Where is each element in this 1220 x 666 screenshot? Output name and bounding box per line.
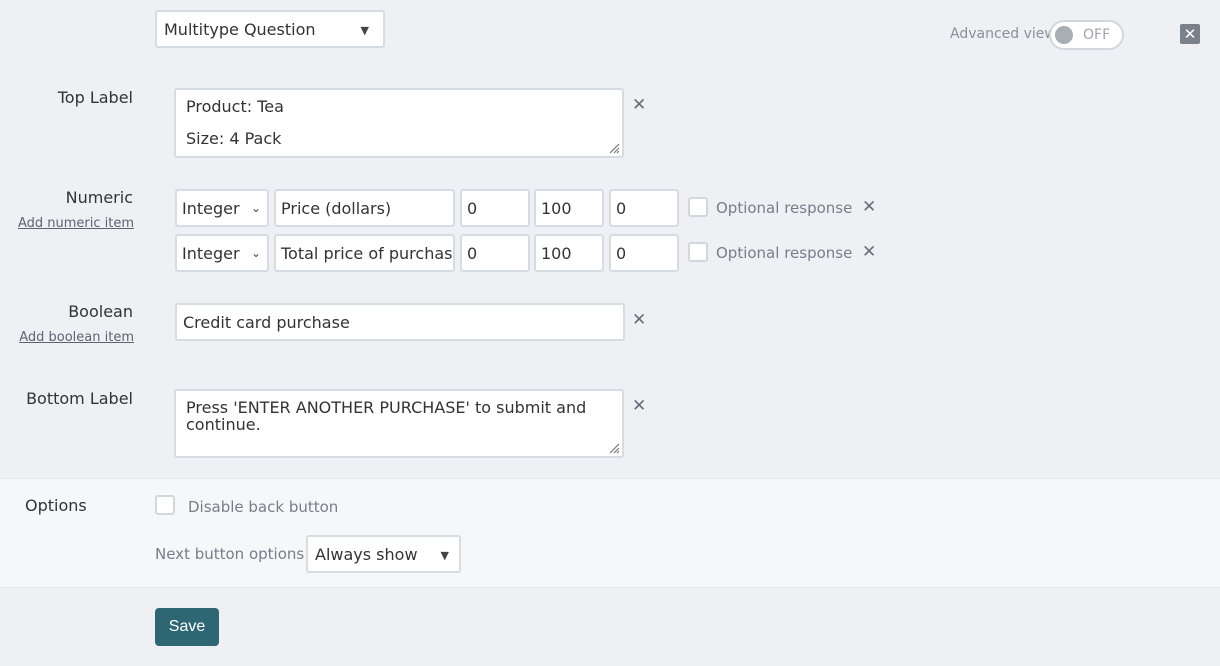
next-button-options-select[interactable]: Always show ▼ — [306, 535, 461, 573]
optional-response-checkbox[interactable] — [688, 242, 708, 262]
resize-handle-icon[interactable] — [608, 142, 620, 154]
triangle-down-icon: ▼ — [360, 24, 369, 37]
numeric-type-value: Integer — [182, 198, 240, 218]
boolean-item-input[interactable]: Credit card purchase — [175, 303, 625, 341]
bottom-label-line-1: Press 'ENTER ANOTHER PURCHASE' to submit… — [186, 398, 587, 417]
numeric-min-input[interactable]: 0 — [460, 234, 530, 272]
remove-top-label-icon[interactable]: ✕ — [632, 97, 646, 114]
advanced-view-toggle[interactable]: OFF — [1049, 20, 1124, 50]
advanced-view-label: Advanced view — [950, 26, 1056, 42]
add-numeric-item-link[interactable]: Add numeric item — [14, 216, 134, 231]
bottom-label-line-2: continue. — [186, 415, 261, 434]
question-type-value: Multitype Question — [164, 19, 316, 39]
triangle-down-icon: ▼ — [440, 549, 449, 562]
top-label-line-2: Size: 4 Pack — [186, 129, 282, 148]
boolean-label: Boolean — [68, 302, 133, 321]
numeric-type-select[interactable]: Integer ⌄ — [175, 189, 269, 227]
remove-numeric-item-icon[interactable]: ✕ — [862, 199, 876, 216]
numeric-text-input[interactable]: Price (dollars) — [274, 189, 455, 227]
disable-back-button-checkbox[interactable] — [155, 495, 175, 515]
top-label-line-1: Product: Tea — [186, 97, 284, 116]
numeric-max-input[interactable]: 100 — [534, 189, 604, 227]
numeric-min-input[interactable]: 0 — [460, 189, 530, 227]
close-box-icon[interactable]: ✕ — [1180, 24, 1200, 44]
optional-response-label: Optional response — [716, 199, 853, 217]
numeric-label: Numeric — [65, 188, 133, 207]
remove-numeric-item-icon[interactable]: ✕ — [862, 244, 876, 261]
optional-response-checkbox[interactable] — [688, 197, 708, 217]
remove-bottom-label-icon[interactable]: ✕ — [632, 398, 646, 415]
next-button-options-value: Always show — [315, 544, 418, 564]
next-button-options-label: Next button options: — [155, 545, 310, 563]
numeric-type-value: Integer — [182, 243, 240, 263]
toggle-knob — [1055, 26, 1073, 44]
chevron-down-icon: ⌄ — [250, 201, 261, 215]
top-label-textarea[interactable]: Product: Tea Size: 4 Pack — [174, 88, 624, 158]
numeric-default-input[interactable]: 0 — [609, 189, 679, 227]
disable-back-button-label: Disable back button — [188, 498, 339, 516]
bottom-label-label: Bottom Label — [26, 389, 133, 408]
remove-boolean-item-icon[interactable]: ✕ — [632, 312, 646, 329]
optional-response-label: Optional response — [716, 244, 853, 262]
numeric-type-select[interactable]: Integer ⌄ — [175, 234, 269, 272]
chevron-down-icon: ⌄ — [250, 246, 261, 260]
save-button[interactable]: Save — [155, 608, 219, 646]
resize-handle-icon[interactable] — [608, 442, 620, 454]
numeric-default-input[interactable]: 0 — [609, 234, 679, 272]
numeric-text-input[interactable]: Total price of purchase — [274, 234, 455, 272]
bottom-label-textarea[interactable]: Press 'ENTER ANOTHER PURCHASE' to submit… — [174, 389, 624, 458]
add-boolean-item-link[interactable]: Add boolean item — [14, 330, 134, 345]
options-label: Options — [25, 496, 87, 515]
question-type-select[interactable]: Multitype Question ▼ — [155, 10, 385, 48]
options-section: Options Disable back button Next button … — [0, 478, 1220, 588]
top-label-label: Top Label — [57, 88, 133, 107]
numeric-max-input[interactable]: 100 — [534, 234, 604, 272]
toggle-state: OFF — [1083, 27, 1111, 43]
